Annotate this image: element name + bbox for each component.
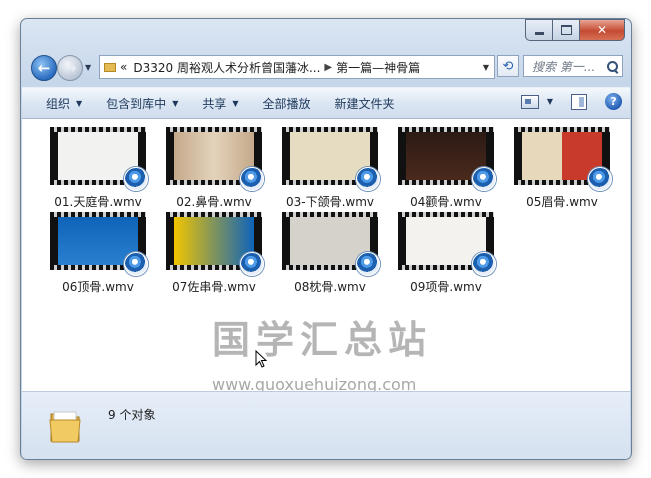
explorer-window: ✕ ← → ▼ « D3320 周裕观人术分析曾国藩冰... ▶ 第一篇—神骨篇…	[20, 18, 632, 460]
media-player-icon	[240, 252, 264, 276]
folder-icon	[104, 61, 116, 73]
maximize-button[interactable]	[553, 19, 580, 41]
refresh-icon: ⟲	[502, 58, 514, 74]
media-player-icon	[472, 167, 496, 191]
share-menu[interactable]: 共享 ▼	[192, 88, 248, 118]
minimize-icon	[534, 32, 544, 35]
chevron-down-icon: ▼	[172, 98, 179, 108]
file-name: 01.天庭骨.wmv	[54, 195, 142, 209]
maximize-icon	[560, 25, 572, 35]
breadcrumb-parent[interactable]: D3320 周裕观人术分析曾国藩冰...	[133, 59, 320, 76]
media-player-icon	[356, 167, 380, 191]
chevron-down-icon: ▼	[76, 98, 83, 108]
breadcrumb-separator-icon[interactable]: ▶	[324, 62, 332, 73]
media-player-icon	[472, 252, 496, 276]
file-name: 09项骨.wmv	[410, 280, 482, 294]
media-player-icon	[240, 167, 264, 191]
address-dropdown-icon[interactable]: ▼	[483, 63, 489, 72]
toolbar-right: ▼ ?	[520, 93, 622, 110]
new-folder-button[interactable]: 新建文件夹	[325, 88, 405, 118]
file-name: 03-下颌骨.wmv	[285, 195, 375, 209]
mouse-cursor-icon	[255, 350, 267, 368]
file-item[interactable]: 07佐串骨.wmv	[162, 212, 272, 296]
navigation-bar: ← → ▼ « D3320 周裕观人术分析曾国藩冰... ▶ 第一篇—神骨篇 ▼…	[29, 53, 623, 83]
breadcrumb-current[interactable]: 第一篇—神骨篇	[336, 59, 420, 76]
media-player-icon	[356, 252, 380, 276]
media-player-icon	[124, 167, 148, 191]
view-options-dropdown-icon[interactable]: ▼	[547, 97, 553, 106]
search-icon[interactable]	[607, 60, 618, 72]
folder-icon	[49, 411, 81, 443]
include-library-label: 包含到库中	[106, 96, 167, 111]
file-name: 06顶骨.wmv	[62, 280, 134, 294]
forward-button[interactable]: →	[57, 55, 83, 81]
minimize-button[interactable]	[525, 19, 553, 41]
close-icon: ✕	[596, 23, 608, 37]
watermark-text: 国学汇总站	[212, 318, 433, 362]
file-item[interactable]: 06顶骨.wmv	[46, 212, 156, 296]
media-player-icon	[588, 167, 612, 191]
file-name: 08枕骨.wmv	[294, 280, 366, 294]
breadcrumb-overflow[interactable]: «	[120, 60, 127, 74]
organize-menu[interactable]: 组织 ▼	[36, 88, 92, 118]
media-player-icon	[124, 252, 148, 276]
file-name: 04颧骨.wmv	[410, 195, 482, 209]
file-item[interactable]: 03-下颌骨.wmv	[278, 127, 388, 211]
file-item[interactable]: 02.鼻骨.wmv	[162, 127, 272, 211]
change-view-icon[interactable]	[520, 94, 539, 109]
file-item[interactable]: 05眉骨.wmv	[510, 127, 620, 211]
new-folder-label: 新建文件夹	[334, 96, 395, 111]
back-button[interactable]: ←	[31, 55, 57, 81]
file-item[interactable]: 09项骨.wmv	[394, 212, 504, 296]
search-input[interactable]: 搜索 第一...	[523, 55, 623, 77]
command-bar: 组织 ▼ 包含到库中 ▼ 共享 ▼ 全部播放 新建文件夹 ▼ ?	[22, 87, 630, 119]
item-count: 9 个对象	[108, 408, 156, 422]
play-all-button[interactable]: 全部播放	[253, 88, 321, 118]
search-placeholder: 搜索 第一...	[532, 59, 596, 74]
file-name: 02.鼻骨.wmv	[176, 195, 252, 209]
chevron-down-icon: ▼	[232, 98, 239, 108]
organize-label: 组织	[46, 96, 71, 111]
preview-pane-icon[interactable]	[571, 93, 587, 110]
address-bar[interactable]: « D3320 周裕观人术分析曾国藩冰... ▶ 第一篇—神骨篇 ▼	[99, 55, 495, 79]
file-item[interactable]: 01.天庭骨.wmv	[46, 127, 156, 211]
file-name: 07佐串骨.wmv	[172, 280, 256, 294]
help-icon[interactable]: ?	[605, 93, 622, 110]
caption-buttons: ✕	[525, 19, 625, 41]
back-arrow-icon: ←	[37, 59, 51, 77]
close-button[interactable]: ✕	[580, 19, 625, 41]
include-in-library-menu[interactable]: 包含到库中 ▼	[96, 88, 188, 118]
share-label: 共享	[202, 96, 227, 111]
file-item[interactable]: 08枕骨.wmv	[278, 212, 388, 296]
forward-arrow-icon: →	[63, 59, 77, 77]
details-pane: 9 个对象	[22, 391, 630, 459]
file-list-area[interactable]: 01.天庭骨.wmv 02.鼻骨.wmv 03-下颌骨.wmv 04颧骨.wmv 05眉…	[22, 119, 630, 394]
file-name: 05眉骨.wmv	[526, 195, 598, 209]
refresh-button[interactable]: ⟲	[497, 55, 519, 77]
file-item[interactable]: 04颧骨.wmv	[394, 127, 504, 211]
recent-pages-dropdown[interactable]: ▼	[85, 63, 91, 72]
play-all-label: 全部播放	[262, 96, 311, 111]
